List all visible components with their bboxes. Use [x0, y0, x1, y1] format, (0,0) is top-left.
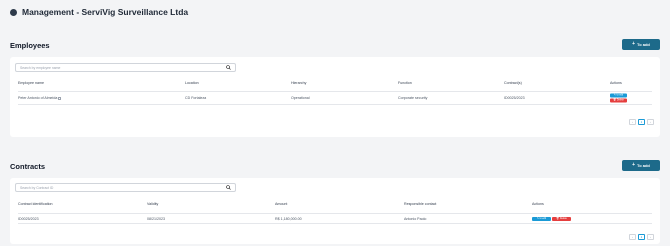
contract-search-input[interactable]: [20, 185, 226, 190]
col-responsible-contact: Responsible contact: [404, 202, 437, 206]
next-page-button[interactable]: ›: [647, 234, 654, 240]
row-actions: ✎ to edit 🗑 Delete: [532, 216, 571, 221]
employees-section-title: Employees: [10, 41, 50, 50]
edit-employee-button[interactable]: ✎ to edit: [610, 93, 627, 98]
plus-icon: +: [632, 162, 636, 168]
table-row: ID0025/2023 08/21/2023 R$ 1,180,000.00 A…: [18, 213, 652, 224]
col-amount: Amount: [275, 202, 288, 206]
function-cell: Corporate security: [398, 96, 428, 100]
contracts-card: Contract identification Validity Amount …: [10, 178, 660, 244]
prev-page-button[interactable]: ‹: [629, 234, 636, 240]
page-title: Management - ServiVig Surveillance Ltda: [22, 7, 189, 17]
col-employee-name: Employee name: [18, 81, 44, 85]
prev-page-button[interactable]: ‹: [629, 119, 636, 125]
col-actions: Actions: [610, 81, 622, 85]
col-contract-identification: Contract identification: [18, 202, 53, 206]
employee-search-box[interactable]: [15, 63, 236, 72]
col-actions: Actions: [532, 202, 544, 206]
page-1-button[interactable]: 1: [638, 119, 645, 125]
search-icon[interactable]: [226, 185, 231, 190]
page-header: Management - ServiVig Surveillance Ltda: [10, 6, 188, 18]
contracts-section-title: Contracts: [10, 162, 46, 171]
validity-cell: 08/21/2023: [147, 216, 165, 221]
company-logo-icon: [10, 8, 17, 16]
employee-name-cell: Peter Antonio of Almeida: [18, 96, 62, 100]
col-validity: Validity: [147, 202, 159, 206]
plus-icon: +: [632, 41, 636, 47]
table-row: Peter Antonio of Almeida CD Fortaleza Op…: [18, 91, 652, 105]
employees-pagination: ‹ 1 ›: [629, 119, 654, 125]
contract-cell: ID0025/2023: [504, 96, 525, 100]
col-function: Function: [398, 81, 412, 85]
col-location: Location: [185, 81, 199, 85]
location-cell: CD Fortaleza: [185, 96, 207, 100]
add-employee-button[interactable]: + To add: [622, 39, 660, 50]
next-page-button[interactable]: ›: [647, 119, 654, 125]
contract-search-box[interactable]: [15, 183, 236, 192]
page-1-button[interactable]: 1: [638, 234, 645, 240]
hierarchy-cell: Operational: [291, 96, 310, 100]
contracts-table-header: Contract identification Validity Amount …: [18, 200, 652, 208]
delete-contract-button[interactable]: 🗑 Delete: [552, 216, 571, 221]
edit-contract-button[interactable]: ✎ to edit: [532, 216, 551, 221]
contract-id-cell: ID0025/2023: [18, 216, 39, 221]
col-hierarchy: Hierarchy: [291, 81, 307, 85]
employee-search-input[interactable]: [20, 65, 226, 70]
search-icon[interactable]: [226, 65, 231, 70]
row-actions: ✎ to edit 🗑 Delete: [610, 93, 627, 103]
employees-card: Employee name Location Hierarchy Functio…: [10, 57, 660, 137]
amount-cell: R$ 1,180,000.00: [275, 216, 302, 221]
responsible-contact-cell: Antonio Paolo: [404, 216, 427, 221]
copy-icon[interactable]: [58, 96, 62, 100]
col-contracts: Contract(s): [504, 81, 522, 85]
delete-employee-button[interactable]: 🗑 Delete: [610, 98, 627, 103]
employees-table-header: Employee name Location Hierarchy Functio…: [18, 79, 652, 87]
add-contract-button[interactable]: + To add: [622, 160, 660, 171]
add-contract-label: To add: [637, 163, 650, 168]
add-employee-label: To add: [637, 42, 650, 47]
contracts-pagination: ‹ 1 ›: [629, 234, 654, 240]
